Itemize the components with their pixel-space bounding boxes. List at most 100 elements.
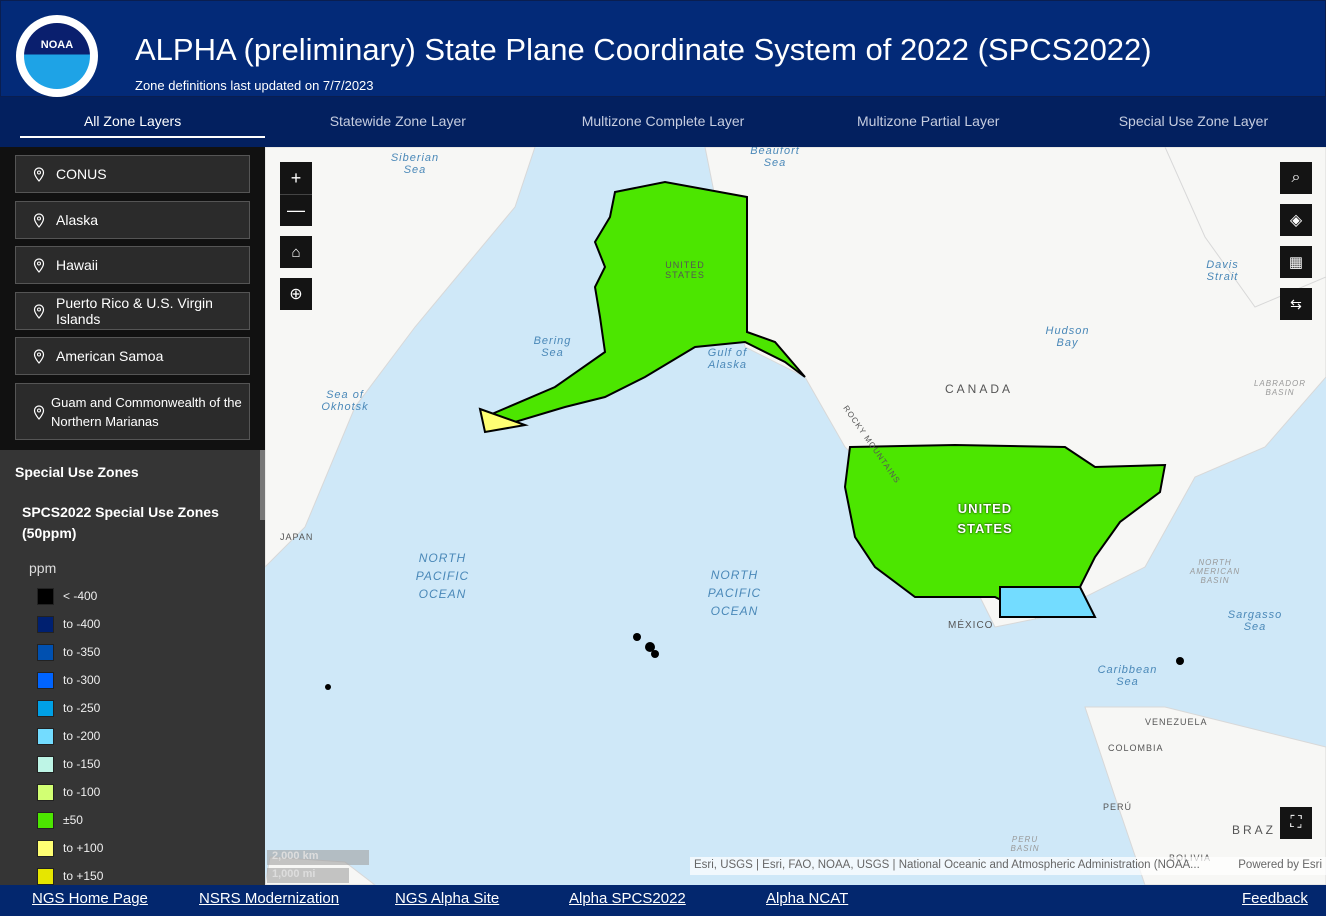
location-label: CONUS (56, 166, 107, 182)
map-label-united-states: UNITED STATES (957, 501, 1013, 536)
locate-button[interactable]: ⊕ (280, 278, 312, 310)
legend-item-label: to -350 (63, 645, 101, 659)
legend-item: to +100 (37, 839, 103, 857)
zoom-in-button[interactable]: + (280, 162, 312, 194)
map-label-beaufort-sea: Beaufort Sea (750, 147, 800, 169)
search-button[interactable]: ⌕ (1280, 162, 1312, 194)
map-pin-icon (33, 349, 45, 364)
map-view[interactable]: Siberian Sea Beaufort Sea Bering Sea Gul… (265, 147, 1326, 885)
location-panel: CONUS Alaska Hawaii Puerto Rico & U.S. Virg… (0, 147, 265, 450)
map-label-peru-basin: PERU BASIN (1010, 835, 1040, 853)
map-label-hudson-bay: Hudson Bay (1045, 325, 1090, 349)
legend-item-label: to -250 (63, 701, 101, 715)
legend-swatch (37, 727, 54, 745)
scale-bar-mi: 1,000 mi (267, 868, 349, 883)
legend-item: to -400 (37, 615, 100, 633)
powered-by-esri[interactable]: Powered by Esri (1238, 859, 1322, 871)
legend-item: < -400 (37, 587, 97, 605)
map-pin-icon (33, 213, 45, 228)
location-button-hawaii[interactable]: Hawaii (15, 246, 250, 284)
map-label-colombia: COLOMBIA (1108, 743, 1164, 753)
map-label-brazil: BRAZ (1232, 823, 1277, 837)
legend-item-label: to -400 (63, 617, 101, 631)
location-label: Alaska (56, 212, 99, 228)
fullscreen-button[interactable]: ⛶ (1280, 807, 1312, 839)
legend-item-label: to -200 (63, 729, 101, 743)
legend-panel: Special Use Zones SPCS2022 Special Use Z… (0, 450, 265, 885)
legend-layer-title: SPCS2022 Special Use Zones (50ppm) (22, 504, 219, 541)
legend-item: to -350 (37, 643, 100, 661)
tab-statewide-zone-layer[interactable]: Statewide Zone Layer (265, 97, 530, 147)
map-label-japan: JAPAN (280, 532, 314, 542)
location-button-conus[interactable]: CONUS (15, 155, 250, 193)
basemap (265, 147, 1326, 885)
legend-item-label: to +100 (63, 841, 104, 855)
location-button-alaska[interactable]: Alaska (15, 201, 250, 239)
link-feedback[interactable]: Feedback (1242, 890, 1308, 907)
legend-swatch (37, 699, 54, 717)
map-label-venezuela: VENEZUELA (1145, 717, 1208, 727)
legend-swatch (37, 643, 54, 661)
link-alpha-spcs2022[interactable]: Alpha SPCS2022 (569, 890, 686, 907)
location-label: Guam and Commonwealth of the Northern Ma… (51, 394, 242, 429)
map-label-caribbean-sea: Caribbean Sea (1097, 664, 1158, 688)
tab-multizone-partial-layer[interactable]: Multizone Partial Layer (796, 97, 1061, 147)
footer: NGS Home Page NSRS Modernization NGS Alp… (0, 885, 1326, 916)
scale-bar-km: 2,000 km (267, 850, 369, 865)
legend-swatch (37, 615, 54, 633)
map-label-united-states-alaska: UNITED STATES (665, 260, 705, 280)
location-button-puerto-rico-u-s-virgin-islands[interactable]: Puerto Rico & U.S. Virgin Islands (15, 292, 250, 330)
map-pin-icon (33, 405, 45, 420)
home-button[interactable]: ⌂ (280, 236, 312, 268)
legend-item: ±50 (37, 811, 83, 829)
basemap-gallery-button[interactable]: ▦ (1280, 246, 1312, 278)
map-label-sargasso-sea: Sargasso Sea (1227, 609, 1283, 633)
map-label-gulf-of-alaska: Gulf of Alaska (707, 347, 748, 371)
map-label-north-pacific-2: NORTH PACIFIC OCEAN (707, 568, 762, 618)
legend-item-label: ±50 (63, 813, 83, 827)
map-label-mexico: MÉXICO (948, 620, 994, 631)
link-ngs-alpha-site[interactable]: NGS Alpha Site (395, 890, 499, 907)
legend-unit: ppm (29, 560, 57, 576)
legend-swatch (37, 811, 54, 829)
map-pin-icon (33, 167, 45, 182)
layers-button[interactable]: ◈ (1280, 204, 1312, 236)
tab-multizone-complete-layer[interactable]: Multizone Complete Layer (530, 97, 795, 147)
legend-item: to -300 (37, 671, 100, 689)
tab-special-use-zone-layer[interactable]: Special Use Zone Layer (1061, 97, 1326, 147)
location-label: American Samoa (56, 348, 164, 364)
attribution-text: Esri, USGS | Esri, FAO, NOAA, USGS | Nat… (694, 859, 1200, 871)
zoom-out-button[interactable]: — (280, 194, 312, 226)
map-attribution[interactable]: Esri, USGS | Esri, FAO, NOAA, USGS | Nat… (690, 857, 1326, 875)
link-nsrs-modernization[interactable]: NSRS Modernization (199, 890, 339, 907)
location-label: Hawaii (56, 257, 99, 273)
measure-button[interactable]: ⇆ (1280, 288, 1312, 320)
map-label-labrador-basin: LABRADOR BASIN (1253, 379, 1306, 397)
legend-item: to -100 (37, 783, 100, 801)
page-subtitle: Zone definitions last updated on 7/7/202… (135, 78, 374, 93)
tab-all-zone-layers[interactable]: All Zone Layers (0, 97, 266, 147)
legend-item: to -150 (37, 755, 100, 773)
map-label-sea-of-okhotsk: Sea of Okhotsk (321, 389, 369, 413)
link-alpha-ncat[interactable]: Alpha NCAT (766, 890, 848, 907)
app-header: NOAA ALPHA (preliminary) State Plane Coo… (0, 0, 1326, 97)
noaa-logo: NOAA (16, 15, 98, 97)
legend-swatch (37, 755, 54, 773)
gulf-zone (999, 586, 1097, 618)
map-label-davis-strait: Davis Strait (1206, 259, 1239, 283)
location-label: Puerto Rico & U.S. Virgin Islands (56, 295, 213, 327)
location-button-american-samoa[interactable]: American Samoa (15, 337, 250, 375)
legend-item: to -250 (37, 699, 100, 717)
map-pin-icon (33, 258, 45, 273)
legend-section-title: Special Use Zones (15, 464, 139, 480)
location-button-guam-and-commonwealth-of-the-northern-marianas[interactable]: Guam and Commonwealth of the Northern Ma… (15, 383, 250, 440)
map-pin-icon (33, 304, 45, 319)
map-label-bering-sea: Bering Sea (533, 335, 572, 359)
legend-swatch (37, 867, 54, 885)
legend-item: to -200 (37, 727, 100, 745)
map-label-peru: PERÚ (1103, 802, 1133, 812)
link-ngs-home-page[interactable]: NGS Home Page (32, 890, 148, 907)
map-label-north-pacific-1: NORTH PACIFIC OCEAN (415, 551, 470, 601)
legend-item-label: to -150 (63, 757, 101, 771)
legend-item-label: < -400 (63, 589, 98, 603)
